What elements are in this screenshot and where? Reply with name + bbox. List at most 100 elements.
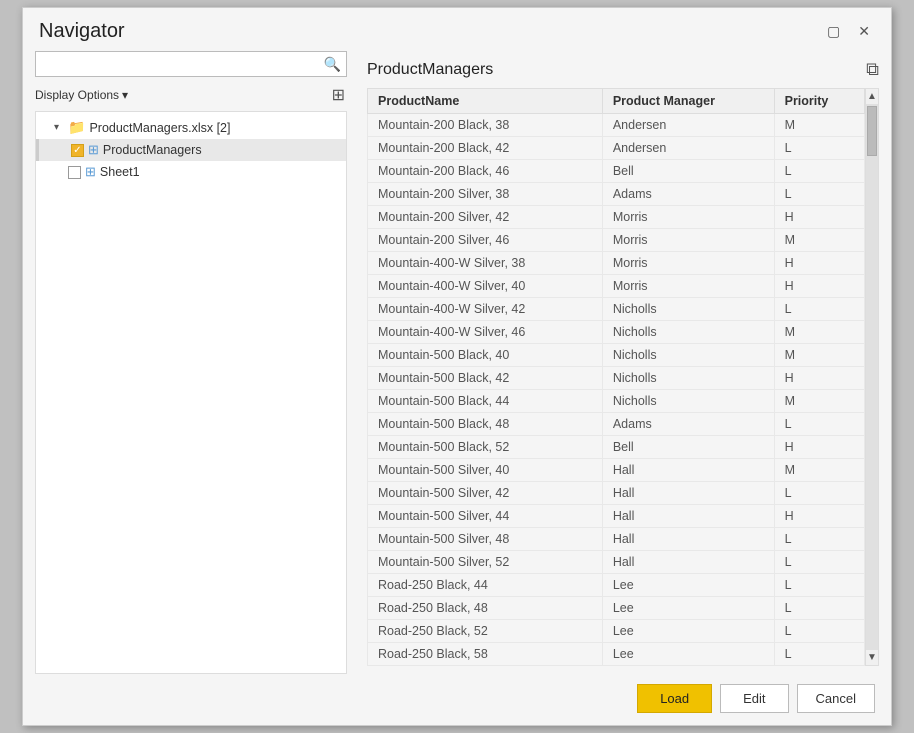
table-cell: L	[774, 574, 864, 597]
table-cell: H	[774, 206, 864, 229]
search-input[interactable]	[36, 55, 319, 74]
table-cell: M	[774, 390, 864, 413]
table-cell: Hall	[602, 551, 774, 574]
sheet1-table-icon: ⊞	[85, 164, 96, 180]
load-button[interactable]: Load	[637, 684, 712, 713]
table-row: Mountain-400-W Silver, 40MorrisH	[368, 275, 865, 298]
display-options-button[interactable]: Display Options ▾	[35, 88, 128, 102]
table-cell: Hall	[602, 459, 774, 482]
table-cell: Andersen	[602, 114, 774, 137]
table-row: Mountain-500 Black, 42NichollsH	[368, 367, 865, 390]
col-header-manager: Product Manager	[602, 89, 774, 114]
table-cell: Mountain-200 Black, 42	[368, 137, 603, 160]
table-cell: Andersen	[602, 137, 774, 160]
left-panel: 🔍 Display Options ▾ ⊞ ▾ 📁 ProductManager…	[35, 51, 355, 674]
table-cell: Morris	[602, 229, 774, 252]
table-cell: M	[774, 114, 864, 137]
table-row: Mountain-200 Silver, 42MorrisH	[368, 206, 865, 229]
table-cell: Morris	[602, 252, 774, 275]
table-row: Mountain-200 Black, 38AndersenM	[368, 114, 865, 137]
table-cell: Morris	[602, 275, 774, 298]
title-bar: Navigator ▢ ✕	[23, 8, 891, 51]
table-row: Mountain-500 Silver, 52HallL	[368, 551, 865, 574]
table-cell: Road-250 Black, 58	[368, 643, 603, 666]
table-cell: Road-250 Black, 48	[368, 597, 603, 620]
table-row: Mountain-500 Silver, 40HallM	[368, 459, 865, 482]
cancel-button[interactable]: Cancel	[797, 684, 875, 713]
table-cell: L	[774, 183, 864, 206]
right-panel: ProductManagers ⧉ ProductName Product Ma…	[355, 51, 879, 674]
table-row: Road-250 Black, 58LeeL	[368, 643, 865, 666]
preview-title: ProductManagers	[367, 61, 493, 79]
table-cell: Mountain-200 Black, 38	[368, 114, 603, 137]
sheet1-checkbox[interactable]	[68, 166, 81, 179]
table-cell: Nicholls	[602, 344, 774, 367]
table-cell: Mountain-500 Silver, 44	[368, 505, 603, 528]
navigator-dialog: Navigator ▢ ✕ 🔍 Display Options ▾ ⊞	[22, 7, 892, 726]
table-cell: Mountain-500 Black, 40	[368, 344, 603, 367]
expand-arrow-icon: ▾	[54, 122, 64, 133]
footer: Load Edit Cancel	[23, 674, 891, 725]
table-cell: Lee	[602, 643, 774, 666]
table-row: Mountain-400-W Silver, 46NichollsM	[368, 321, 865, 344]
preview-header: ProductManagers ⧉	[367, 51, 879, 88]
table-cell: H	[774, 436, 864, 459]
scroll-track	[866, 104, 878, 650]
table-cell: Lee	[602, 597, 774, 620]
close-button[interactable]: ✕	[853, 21, 875, 42]
table-cell: Adams	[602, 183, 774, 206]
table-cell: Mountain-500 Black, 42	[368, 367, 603, 390]
table-row: Mountain-500 Black, 48AdamsL	[368, 413, 865, 436]
table-cell: Lee	[602, 620, 774, 643]
dialog-title: Navigator	[39, 20, 125, 43]
table-cell: Mountain-400-W Silver, 42	[368, 298, 603, 321]
table-cell: Mountain-500 Silver, 40	[368, 459, 603, 482]
tree-view-toggle-button[interactable]: ⊞	[330, 85, 347, 105]
table-cell: L	[774, 620, 864, 643]
table-cell: Lee	[602, 574, 774, 597]
product-managers-checkbox[interactable]: ✓	[71, 144, 84, 157]
folder-icon: 📁	[68, 119, 85, 136]
table-cell: Hall	[602, 482, 774, 505]
scroll-down-button[interactable]: ▼	[866, 650, 878, 665]
product-managers-label: ProductManagers	[103, 143, 202, 157]
display-options-label: Display Options	[35, 88, 119, 102]
file-tree-node[interactable]: ▾ 📁 ProductManagers.xlsx [2]	[36, 116, 346, 139]
scroll-up-button[interactable]: ▲	[866, 89, 878, 104]
minimize-button[interactable]: ▢	[822, 21, 845, 42]
table-container: ProductName Product Manager Priority Mou…	[367, 88, 879, 666]
table-row: Road-250 Black, 48LeeL	[368, 597, 865, 620]
table-row: Mountain-200 Black, 42AndersenL	[368, 137, 865, 160]
sheet1-label: Sheet1	[100, 165, 140, 179]
table-cell: L	[774, 298, 864, 321]
search-box: 🔍	[35, 51, 347, 77]
edit-button[interactable]: Edit	[720, 684, 788, 713]
table-cell: H	[774, 367, 864, 390]
table-cell: H	[774, 252, 864, 275]
table-cell: M	[774, 344, 864, 367]
table-cell: M	[774, 459, 864, 482]
table-cell: Bell	[602, 160, 774, 183]
table-row: Mountain-500 Black, 44NichollsM	[368, 390, 865, 413]
table-cell: Morris	[602, 206, 774, 229]
search-button[interactable]: 🔍	[319, 54, 346, 75]
display-options-arrow-icon: ▾	[122, 88, 128, 102]
table-row: Road-250 Black, 52LeeL	[368, 620, 865, 643]
table-row: Mountain-400-W Silver, 42NichollsL	[368, 298, 865, 321]
table-row: Mountain-200 Silver, 38AdamsL	[368, 183, 865, 206]
table-icon: ⊞	[88, 142, 99, 158]
table-cell: Mountain-200 Silver, 46	[368, 229, 603, 252]
table-cell: M	[774, 321, 864, 344]
table-cell: Mountain-500 Silver, 48	[368, 528, 603, 551]
main-content: 🔍 Display Options ▾ ⊞ ▾ 📁 ProductManager…	[23, 51, 891, 674]
preview-icon-button[interactable]: ⧉	[866, 59, 879, 80]
product-managers-tree-node[interactable]: ✓ ⊞ ProductManagers	[36, 139, 346, 161]
table-cell: Mountain-200 Black, 46	[368, 160, 603, 183]
tree-view: ▾ 📁 ProductManagers.xlsx [2] ✓ ⊞ Product…	[35, 111, 347, 674]
col-header-priority: Priority	[774, 89, 864, 114]
scrollbar[interactable]: ▲ ▼	[865, 88, 879, 666]
sheet1-tree-node[interactable]: ⊞ Sheet1	[36, 161, 346, 183]
table-cell: L	[774, 482, 864, 505]
table-row: Mountain-500 Black, 52BellH	[368, 436, 865, 459]
table-cell: Road-250 Black, 52	[368, 620, 603, 643]
